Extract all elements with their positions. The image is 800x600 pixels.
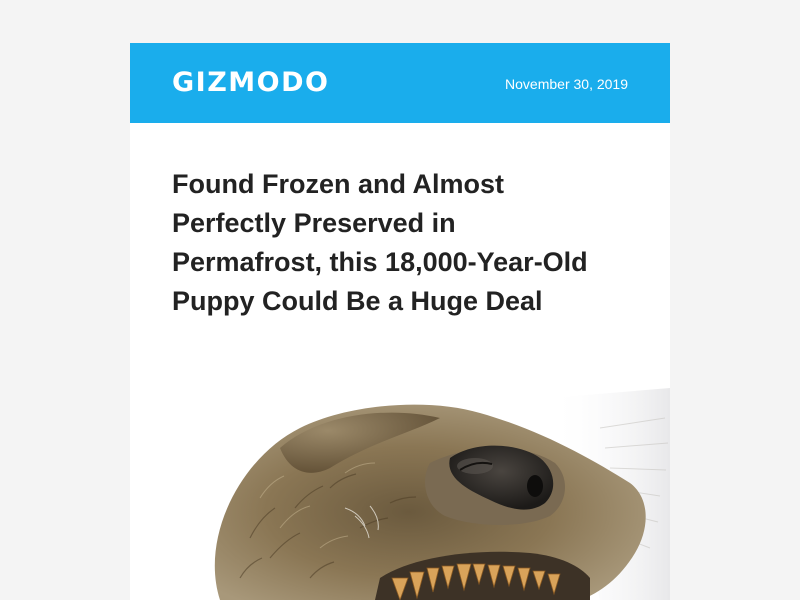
email-card: GIZMODO November 30, 2019 Found Frozen a…: [130, 43, 670, 600]
hero-image[interactable]: [130, 388, 670, 600]
article-headline[interactable]: Found Frozen and Almost Perfectly Preser…: [172, 165, 612, 321]
frozen-puppy-photo: [214, 388, 670, 600]
masthead-banner: GIZMODO November 30, 2019: [130, 43, 670, 123]
publish-date: November 30, 2019: [505, 76, 628, 92]
gizmodo-logo[interactable]: GIZMODO: [172, 65, 329, 101]
